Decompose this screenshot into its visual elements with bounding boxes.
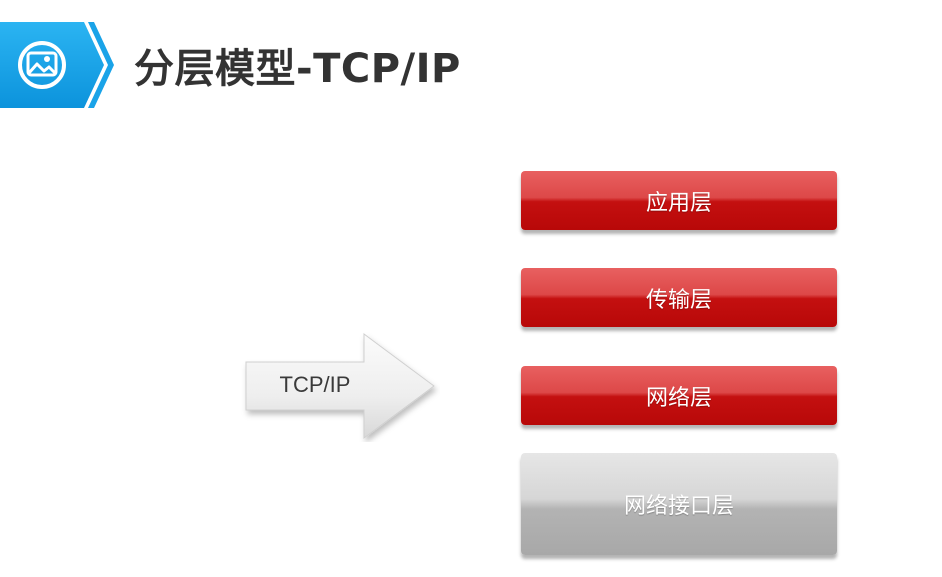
layer-network-interface: 网络接口层 — [521, 453, 837, 555]
layer-application: 应用层 — [521, 171, 837, 230]
tcpip-arrow-label: TCP/IP — [279, 372, 351, 397]
layer-network-interface-label: 网络接口层 — [623, 494, 734, 519]
layer-transport: 传输层 — [521, 268, 837, 327]
header-badge — [0, 22, 114, 108]
layer-application-label: 应用层 — [645, 190, 712, 216]
layer-transport-label: 传输层 — [645, 287, 712, 313]
page-title: 分层模型-TCP/IP — [134, 46, 461, 92]
layer-network: 网络层 — [521, 366, 837, 425]
layer-network-label: 网络层 — [645, 385, 712, 411]
